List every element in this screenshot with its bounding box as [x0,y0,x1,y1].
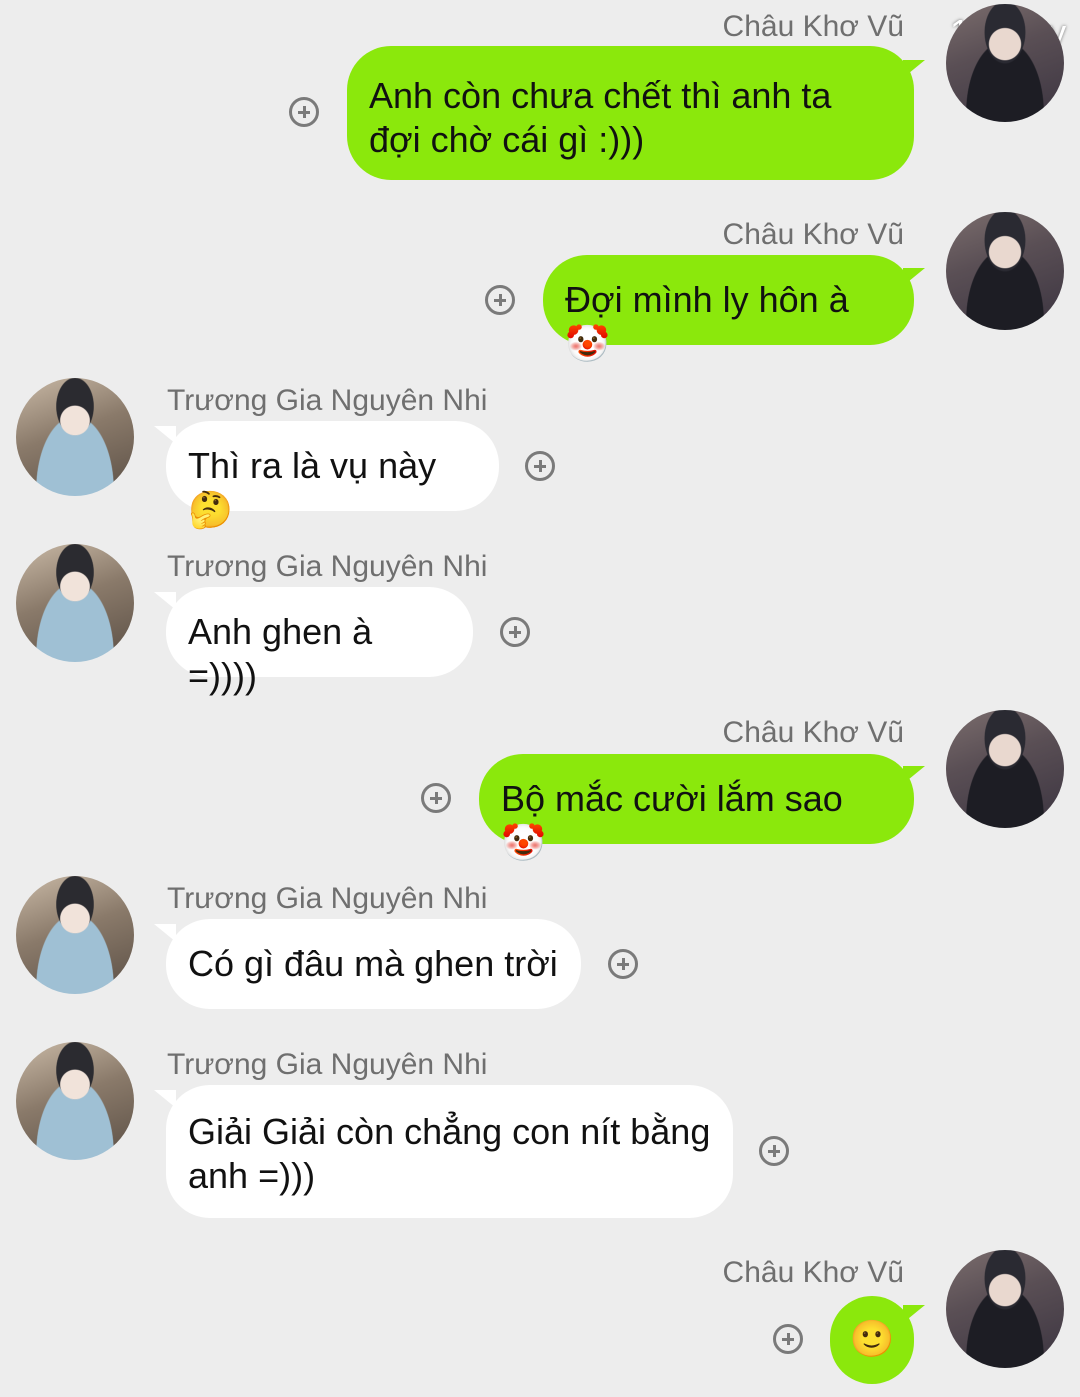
avatar[interactable] [16,1042,134,1160]
avatar[interactable] [946,710,1064,828]
sender-name: Trương Gia Nguyên Nhi [167,882,488,915]
plus-circle-icon[interactable] [289,97,319,127]
plus-circle-icon[interactable] [759,1136,789,1166]
sender-name: Trương Gia Nguyên Nhi [167,384,488,417]
message-bubble[interactable]: Thì ra là vụ này 🤔 [166,421,499,530]
avatar[interactable] [946,1250,1064,1368]
sender-name: Châu Khơ Vũ [722,218,904,251]
message-bubble[interactable]: 🙂 [830,1296,914,1384]
sender-name: Châu Khơ Vũ [722,716,904,749]
plus-circle-icon[interactable] [485,285,515,315]
plus-circle-icon[interactable] [525,451,555,481]
message-bubble[interactable]: Anh ghen à =)))) [166,587,473,696]
sender-name: Châu Khơ Vũ [722,1256,904,1289]
message-bubble[interactable]: Đợi mình ly hôn à 🤡 [543,255,914,364]
sender-name: Trương Gia Nguyên Nhi [167,1048,488,1081]
message-bubble[interactable]: Giải Giải còn chẳng con nít bằng anh =))… [166,1085,733,1218]
avatar[interactable] [946,212,1064,330]
sender-name: Trương Gia Nguyên Nhi [167,550,488,583]
message-bubble[interactable]: Anh còn chưa chết thì anh ta đợi chờ cái… [347,46,914,180]
message-bubble[interactable]: Bộ mắc cười lắm sao 🤡 [479,754,914,863]
sender-name: Châu Khơ Vũ [722,10,904,43]
plus-circle-icon[interactable] [773,1324,803,1354]
avatar[interactable] [16,378,134,496]
plus-circle-icon[interactable] [421,783,451,813]
avatar[interactable] [16,876,134,994]
plus-circle-icon[interactable] [500,617,530,647]
avatar[interactable] [946,4,1064,122]
avatar[interactable] [16,544,134,662]
plus-circle-icon[interactable] [608,949,638,979]
message-bubble[interactable]: Có gì đâu mà ghen trời [166,919,581,1009]
